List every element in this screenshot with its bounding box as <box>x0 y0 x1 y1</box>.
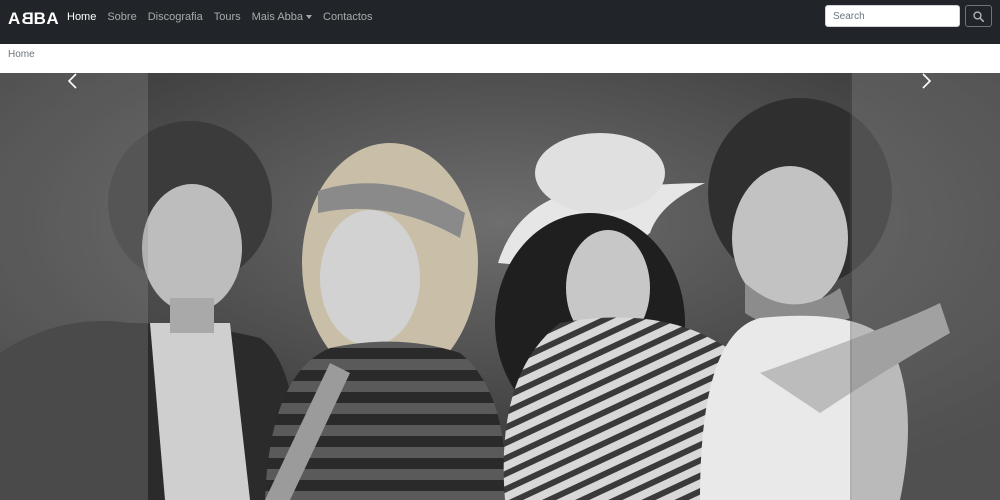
chevron-right-icon <box>922 73 932 89</box>
nav-contactos[interactable]: Contactos <box>323 11 373 23</box>
caret-down-icon <box>306 15 313 20</box>
nav-sobre[interactable]: Sobre <box>107 11 136 23</box>
search-input[interactable] <box>825 5 960 27</box>
brand-logo[interactable]: ABBA <box>8 9 59 29</box>
navbar: ABBA Home Sobre Discografia Tours Mais A… <box>0 0 1000 44</box>
nav-menu: Home Sobre Discografia Tours Mais Abba C… <box>67 0 384 34</box>
band-photo <box>0 73 1000 500</box>
carousel-prev-button[interactable] <box>0 73 148 500</box>
search-button[interactable] <box>965 5 992 27</box>
carousel-next-button[interactable] <box>852 73 1000 500</box>
carousel-next-shade <box>852 73 1000 500</box>
breadcrumb-home[interactable]: Home <box>8 49 35 60</box>
chevron-left-icon <box>67 73 77 89</box>
nav-mais-abba-label: Mais Abba <box>251 11 304 23</box>
nav-discografia[interactable]: Discografia <box>148 11 203 23</box>
breadcrumb: Home <box>0 44 1000 73</box>
nav-mais-abba-dropdown[interactable]: Mais Abba <box>251 11 313 23</box>
carousel-prev-shade <box>0 73 148 500</box>
carousel <box>0 73 1000 500</box>
nav-tours[interactable]: Tours <box>214 11 241 23</box>
search-icon <box>973 10 984 22</box>
nav-home[interactable]: Home <box>67 11 96 23</box>
